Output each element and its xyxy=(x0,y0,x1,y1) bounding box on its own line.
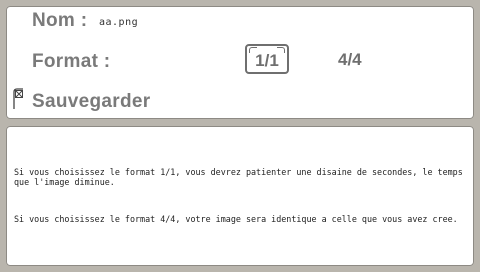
help-panel: Si vous choisissez le format 1/1, vous d… xyxy=(6,126,474,266)
selection-corner-icon xyxy=(249,47,257,53)
format-option-1-1[interactable]: 1/1 xyxy=(245,44,289,74)
format-label: Format : xyxy=(32,51,111,72)
help-paragraph-2: Si vous choisissez le format 4/4, votre … xyxy=(14,214,458,224)
filename-field[interactable]: aa.png xyxy=(99,17,138,28)
save-options-panel: Nom : aa.png Format : 1/1 4/4 Sauvegarde… xyxy=(6,6,474,119)
help-paragraph-1: Si vous choisissez le format 1/1, vous d… xyxy=(14,167,468,187)
help-text: Si vous choisissez le format 1/1, vous d… xyxy=(14,147,468,251)
save-checkbox[interactable] xyxy=(12,88,24,110)
name-label: Nom : xyxy=(32,10,88,31)
checkbox-checked-icon xyxy=(13,88,23,109)
selection-corner-icon xyxy=(277,47,285,53)
save-label: Sauvegarder xyxy=(32,91,151,112)
format-option-label: 1/1 xyxy=(255,50,279,70)
format-option-4-4[interactable]: 4/4 xyxy=(338,50,362,70)
